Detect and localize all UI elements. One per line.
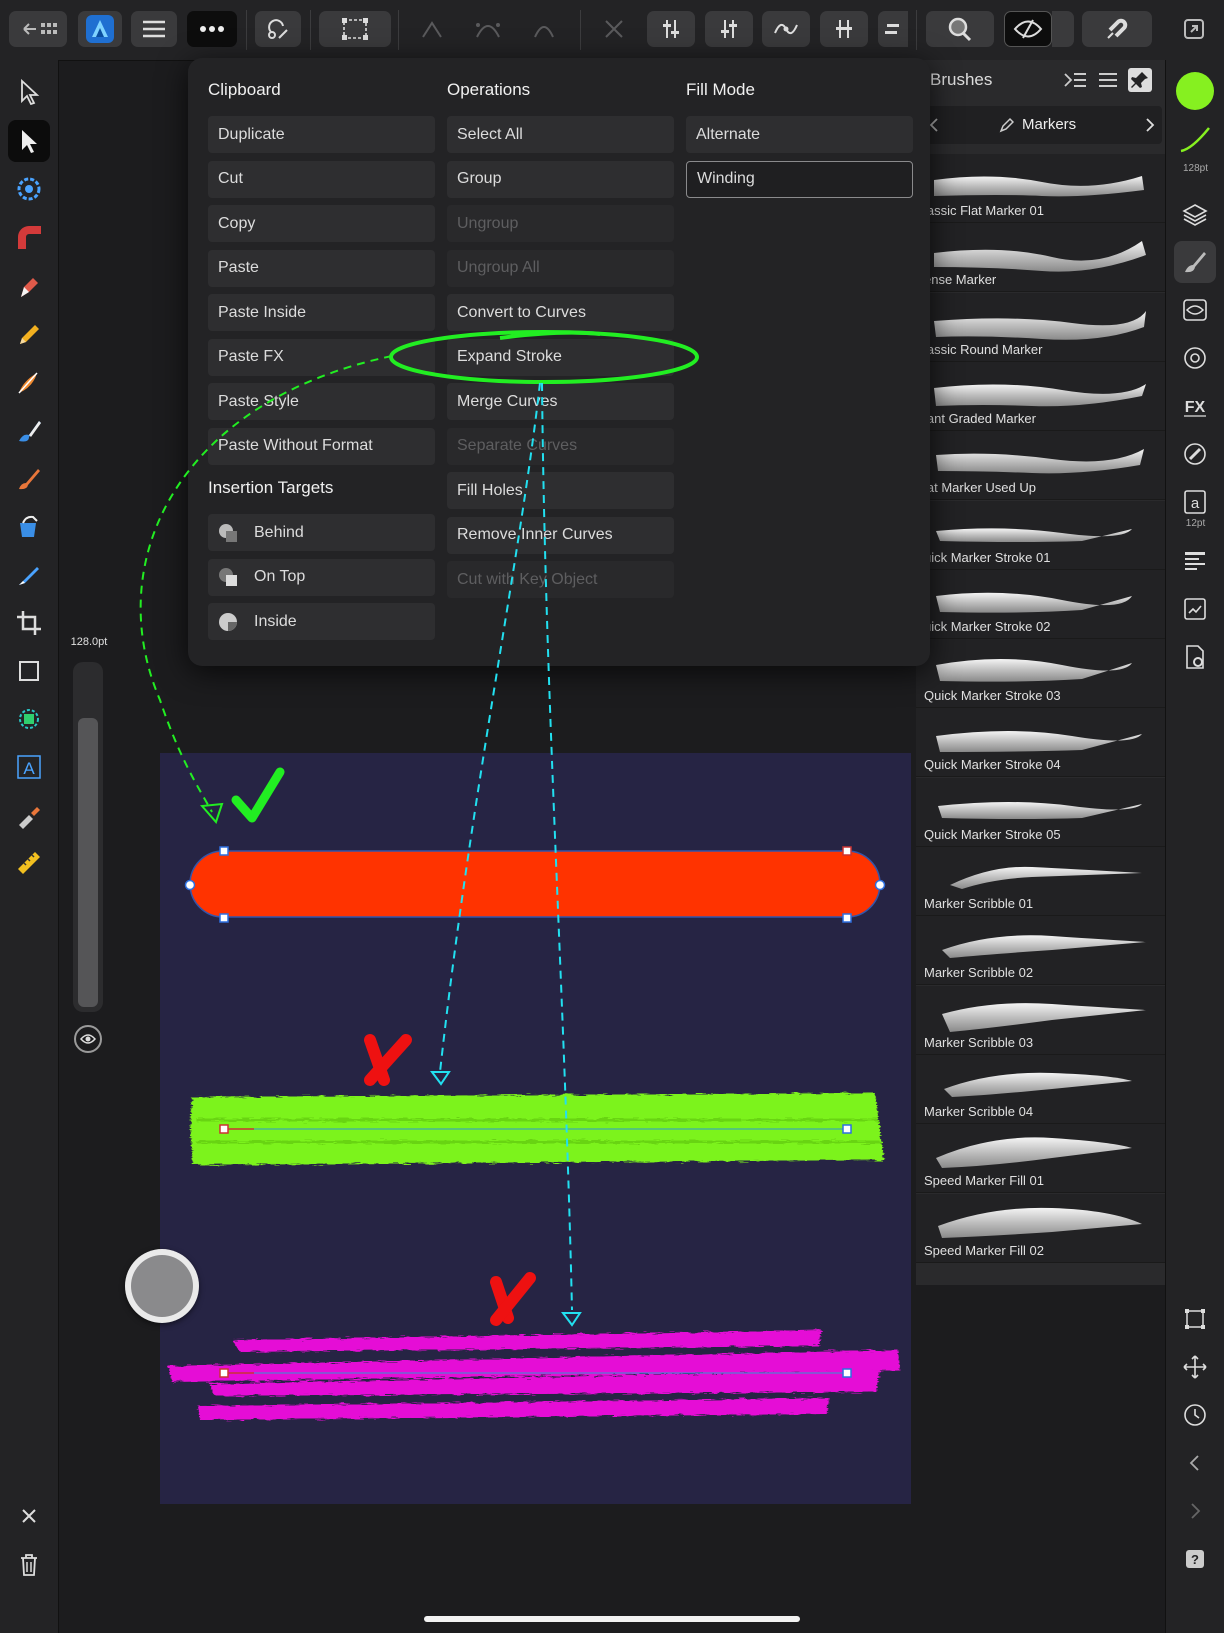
menu-item-separate-curves: Separate Curves: [447, 427, 674, 465]
menu-item-ungroup: Ungroup: [447, 205, 674, 242]
menu-item-label: Paste Style: [218, 392, 299, 410]
fillmode-section-title: Fill Mode: [686, 80, 755, 99]
menu-item-label: Paste Without Format: [218, 437, 373, 454]
inside-icon: [219, 612, 237, 631]
insertion-on-top[interactable]: On Top: [208, 558, 435, 596]
menu-item-merge-curves[interactable]: Merge Curves: [447, 383, 674, 420]
clipboard-section-title: Clipboard: [208, 80, 281, 99]
menu-item-label: Duplicate: [218, 125, 285, 143]
insertion-behind[interactable]: Behind: [208, 514, 435, 551]
magenta-brush-stroke[interactable]: [168, 1330, 900, 1420]
menu-item-remove-inner-curves[interactable]: Remove Inner Curves: [447, 516, 674, 554]
menu-item-label: Expand Stroke: [457, 348, 562, 365]
menu-item-paste-without-format[interactable]: Paste Without Format: [208, 427, 435, 465]
menu-item-label: Cut: [218, 170, 243, 187]
menu-item-label: Ungroup: [457, 214, 519, 232]
menu-item-label: Remove Inner Curves: [457, 526, 613, 543]
menu-item-copy[interactable]: Copy: [208, 205, 435, 242]
menu-item-label: Select All: [457, 125, 523, 143]
menu-item-paste-inside[interactable]: Paste Inside: [208, 294, 435, 331]
menu-item-label: Paste Inside: [218, 303, 307, 321]
expanded-stroke-shape[interactable]: [189, 850, 881, 918]
menu-item-label: Alternate: [696, 125, 761, 143]
green-brush-stroke[interactable]: [190, 1093, 884, 1165]
menu-item-paste[interactable]: Paste: [208, 249, 435, 287]
menu-item-label: Paste: [218, 259, 259, 276]
menu-item-duplicate[interactable]: Duplicate: [208, 116, 435, 153]
menu-item-label: Group: [457, 170, 502, 187]
menu-item-label: Paste FX: [218, 348, 284, 365]
menu-item-ungroup-all: Ungroup All: [447, 249, 674, 287]
fill-mode-alternate[interactable]: Alternate: [686, 116, 913, 153]
insertion-inside[interactable]: Inside: [208, 603, 435, 640]
menu-item-select-all[interactable]: Select All: [447, 116, 674, 153]
menu-item-fill-holes[interactable]: Fill Holes: [447, 472, 674, 509]
operations-section-title: Operations: [447, 80, 531, 99]
menu-item-label: Merge Curves: [457, 392, 558, 410]
quick-menu-button[interactable]: [125, 1249, 199, 1323]
menu-item-label: Behind: [254, 523, 304, 541]
menu-item-label: Fill Holes: [457, 481, 523, 499]
on-top-icon: [219, 568, 237, 586]
menu-item-cut[interactable]: Cut: [208, 160, 435, 198]
menu-item-convert-to-curves[interactable]: Convert to Curves: [447, 294, 674, 331]
menu-item-label: Cut with Key Object: [457, 570, 598, 588]
menu-item-label: Winding: [697, 170, 755, 187]
insertion-section-title: Insertion Targets: [208, 478, 334, 497]
home-indicator: [424, 1616, 800, 1622]
menu-item-expand-stroke[interactable]: Expand Stroke: [447, 338, 674, 376]
menu-item-label: Copy: [218, 214, 256, 232]
menu-item-label: On Top: [254, 568, 306, 585]
menu-item-label: Separate Curves: [457, 437, 578, 454]
more-menu-popup: Clipboard Duplicate Cut Copy Paste Paste Ins…: [188, 58, 930, 666]
fill-mode-winding[interactable]: Winding: [686, 160, 913, 198]
menu-item-paste-style[interactable]: Paste Style: [208, 383, 435, 420]
menu-item-label: Ungroup All: [457, 259, 540, 276]
menu-item-cut-with-key-object: Cut with Key Object: [447, 561, 674, 598]
menu-item-label: Inside: [254, 612, 297, 630]
menu-item-label: Convert to Curves: [457, 303, 586, 321]
menu-item-group[interactable]: Group: [447, 160, 674, 198]
behind-icon: [219, 523, 237, 542]
menu-item-paste-fx[interactable]: Paste FX: [208, 338, 435, 376]
